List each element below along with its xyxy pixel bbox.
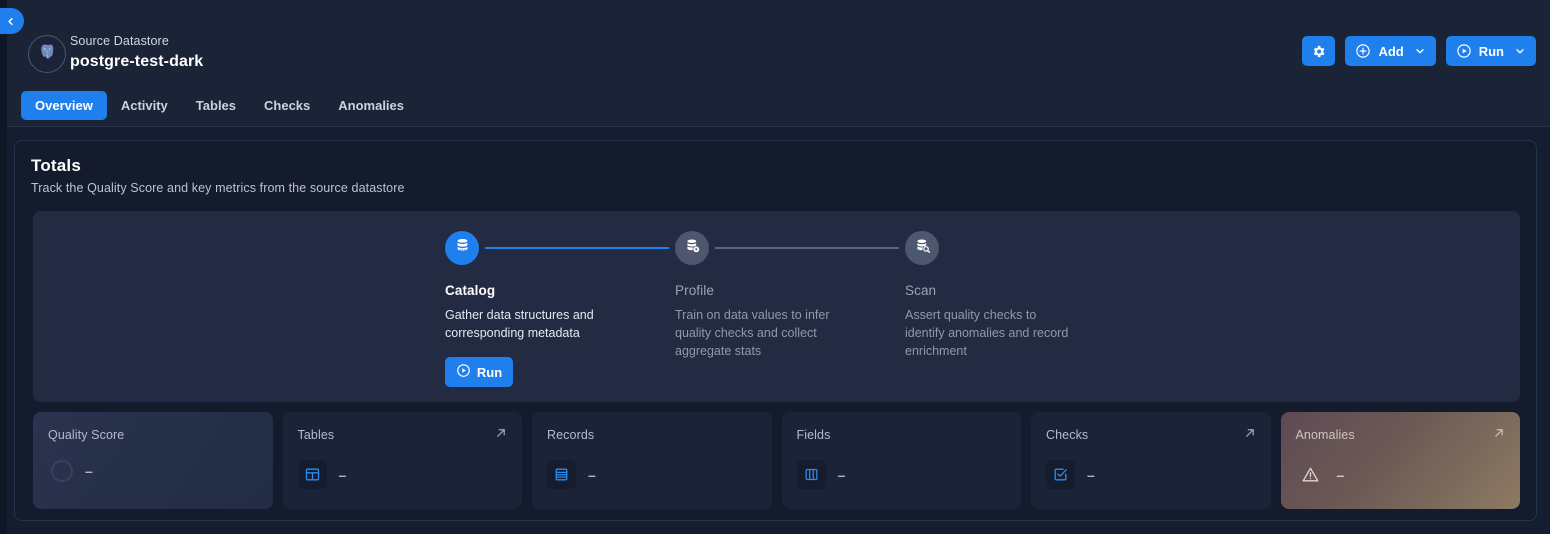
play-circle-icon [1456, 43, 1472, 59]
metric-value: – [588, 466, 596, 483]
step-profile-name: Profile [675, 283, 714, 298]
chevron-down-icon [1414, 45, 1426, 57]
step-profile-icon-circle[interactable] [675, 231, 709, 265]
totals-subtitle: Track the Quality Score and key metrics … [31, 181, 405, 195]
metric-body: – [1046, 460, 1095, 489]
totals-title: Totals [31, 156, 82, 175]
database-icon [454, 237, 471, 259]
database-search-icon [914, 237, 931, 259]
workflow-steps: Catalog Gather data structures and corre… [445, 229, 1135, 387]
metric-label: Tables [297, 428, 335, 442]
arrow-up-right-icon[interactable] [494, 426, 508, 445]
metric-card-records[interactable]: Records – [532, 412, 772, 509]
step-catalog-icon-circle[interactable] [445, 231, 479, 265]
metric-value: – [338, 466, 347, 483]
datastore-avatar [28, 35, 66, 73]
step-connector-catalog-profile [485, 247, 669, 249]
tab-anomalies[interactable]: Anomalies [324, 91, 418, 120]
step-connector-profile-scan [715, 247, 899, 249]
step-scan-name: Scan [905, 283, 937, 298]
step-catalog-description: Gather data structures and corresponding… [445, 308, 594, 340]
metric-card-tables[interactable]: Tables – [282, 412, 522, 509]
postgresql-elephant-icon [37, 42, 57, 67]
run-button-label: Run [1478, 43, 1504, 59]
metric-card-anomalies[interactable]: Anomalies – [1280, 412, 1520, 509]
database-gear-icon [684, 237, 701, 259]
page-header: Source Datastore postgre-test-dark Overv… [7, 0, 1550, 127]
left-rail [0, 0, 7, 534]
metric-body: – [48, 460, 93, 482]
metric-body: – [1296, 460, 1345, 489]
step-catalog-head [445, 229, 675, 267]
warning-triangle-icon [1296, 460, 1325, 489]
metric-value: – [837, 466, 846, 483]
run-button[interactable]: Run [1445, 36, 1536, 66]
step-catalog: Catalog Gather data structures and corre… [445, 229, 675, 387]
header-actions: Add Run [1302, 36, 1536, 66]
datastore-meta: Source Datastore postgre-test-dark [70, 33, 203, 73]
step-scan: Scan Assert quality checks to identify a… [905, 229, 1135, 360]
step-scan-description: Assert quality checks to identify anomal… [905, 308, 1069, 358]
tab-overview[interactable]: Overview [21, 91, 107, 120]
tab-activity[interactable]: Activity [107, 91, 182, 120]
step-scan-head [905, 229, 1135, 267]
table-icon [297, 460, 327, 489]
arrow-up-right-icon[interactable] [1492, 426, 1506, 445]
metric-cards: Quality Score – Tables – Records – Field… [33, 412, 1520, 509]
chevron-left-icon [5, 16, 16, 27]
columns-icon [796, 460, 826, 489]
datastore-subtitle: Source Datastore [70, 34, 169, 48]
step-catalog-run-button[interactable]: Run [445, 357, 513, 387]
step-catalog-run-label: Run [476, 364, 503, 380]
page-title: postgre-test-dark [70, 53, 204, 70]
step-profile-head [675, 229, 905, 267]
metric-card-checks[interactable]: Checks – [1031, 412, 1271, 509]
metric-label: Anomalies [1295, 428, 1355, 442]
records-icon [547, 460, 576, 489]
step-profile-description: Train on data values to infer quality ch… [675, 308, 830, 358]
metric-value: – [1336, 466, 1345, 483]
header-divider [7, 126, 1550, 127]
metric-label: Fields [796, 428, 831, 442]
plus-circle-icon [1355, 43, 1371, 59]
workflow-stepper-panel: Catalog Gather data structures and corre… [33, 211, 1520, 402]
metric-value: – [1087, 466, 1095, 483]
metric-value: – [85, 463, 93, 479]
tab-checks[interactable]: Checks [250, 91, 324, 120]
add-button[interactable]: Add [1345, 36, 1436, 66]
play-circle-icon [456, 363, 471, 381]
metric-label: Checks [1046, 428, 1089, 442]
metric-label: Quality Score [48, 428, 125, 442]
metric-body: – [297, 460, 347, 489]
step-catalog-name: Catalog [445, 283, 496, 298]
chevron-down-icon [1514, 45, 1526, 57]
step-profile: Profile Train on data values to infer qu… [675, 229, 905, 360]
tab-tables[interactable]: Tables [182, 91, 250, 120]
totals-card: Totals Track the Quality Score and key m… [14, 140, 1537, 521]
metric-body: – [796, 460, 846, 489]
step-scan-icon-circle[interactable] [905, 231, 939, 265]
check-square-icon [1046, 460, 1075, 489]
tab-bar: Overview Activity Tables Checks Anomalie… [21, 91, 418, 120]
arrow-up-right-icon[interactable] [1243, 426, 1257, 445]
metric-card-fields[interactable]: Fields – [781, 412, 1021, 509]
score-ring-icon [51, 460, 73, 482]
gear-icon [1311, 44, 1326, 59]
settings-button[interactable] [1302, 36, 1336, 66]
metric-card-quality-score[interactable]: Quality Score – [33, 412, 273, 509]
add-button-label: Add [1378, 43, 1404, 59]
metric-label: Records [547, 428, 595, 442]
metric-body: – [547, 460, 596, 489]
